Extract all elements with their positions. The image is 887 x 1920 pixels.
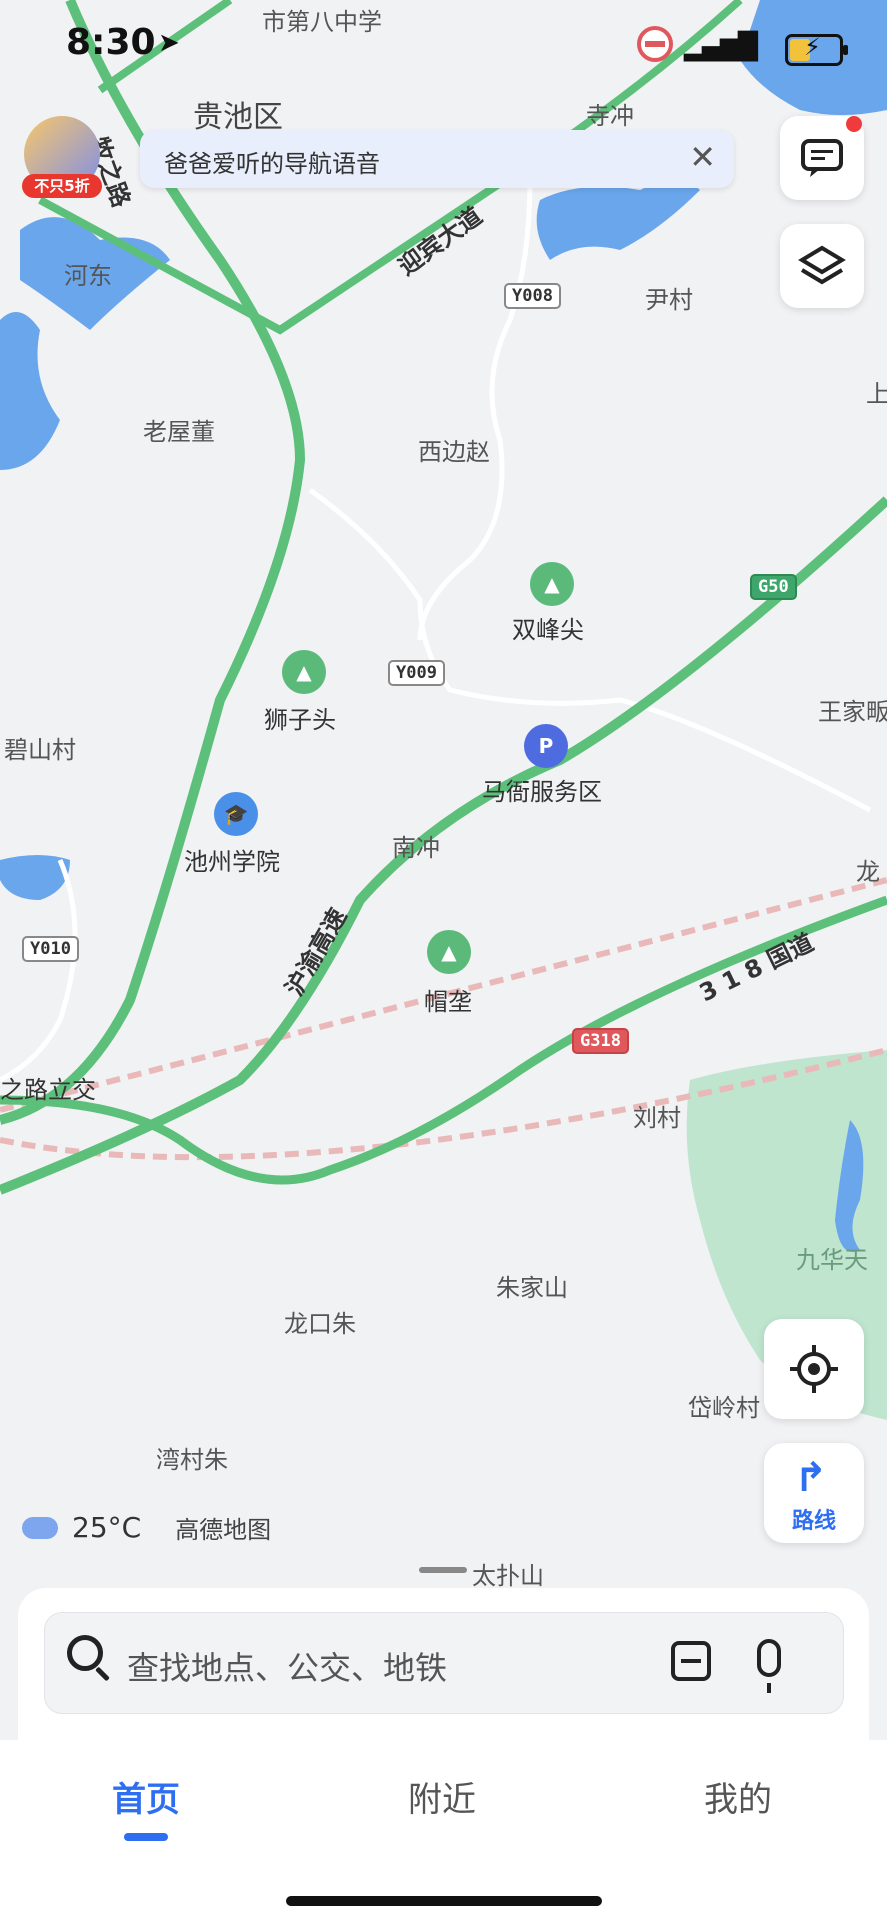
wifi-icon: ◠	[735, 28, 760, 61]
microphone-icon[interactable]	[757, 1639, 781, 1693]
road-badge-g50: G50	[750, 574, 797, 600]
tab-bar: 首页 附近 我的	[0, 1740, 887, 1920]
route-label: 路线	[791, 1509, 836, 1534]
locate-button[interactable]	[764, 1319, 864, 1419]
map-label[interactable]: 上	[866, 374, 887, 409]
tab-nearby-label: 附近	[408, 1780, 476, 1820]
status-time: 8:30	[66, 22, 156, 63]
voice-banner-text: 爸爸爱听的导航语音	[164, 150, 380, 178]
home-indicator	[286, 1896, 602, 1906]
map-label[interactable]: 老屋董	[143, 412, 215, 447]
school-icon[interactable]: 🎓	[214, 792, 258, 836]
cloud-icon	[22, 1516, 58, 1539]
map-label[interactable]: 王家畈	[818, 692, 887, 727]
map-label[interactable]: 寺冲	[586, 96, 634, 131]
tab-nearby[interactable]: 附近	[342, 1772, 542, 1821]
battery-icon: ⚡	[785, 33, 848, 66]
mountain-icon[interactable]: ▲	[530, 562, 574, 606]
map-label[interactable]: 双峰尖	[512, 610, 584, 645]
mountain-icon[interactable]: ▲	[427, 930, 471, 974]
voice-banner[interactable]: 爸爸爱听的导航语音 ✕	[140, 130, 734, 188]
map-label[interactable]: 碧山村	[4, 730, 76, 765]
sheet-handle[interactable]	[419, 1567, 467, 1573]
search-placeholder[interactable]: 查找地点、公交、地铁	[127, 1643, 447, 1689]
road-badge-g318: G318	[572, 1028, 629, 1054]
map-label[interactable]: 尹村	[645, 280, 693, 315]
tab-active-indicator	[124, 1833, 168, 1841]
layers-button[interactable]	[780, 224, 864, 308]
route-arrow-icon: ↱	[794, 1455, 828, 1501]
map-label[interactable]: 狮子头	[264, 700, 336, 735]
map-label[interactable]: 河东	[64, 256, 112, 291]
search-panel: 查找地点、公交、地铁	[18, 1588, 869, 1748]
map-label[interactable]: 龙	[856, 852, 880, 887]
map-label[interactable]: 岱岭村	[688, 1388, 760, 1423]
map-label[interactable]: 池州学院	[184, 842, 280, 877]
parking-icon[interactable]: P	[524, 724, 568, 768]
search-icon	[67, 1635, 103, 1671]
map-label[interactable]: 之路立交	[0, 1070, 96, 1105]
message-icon	[801, 139, 843, 177]
map-label[interactable]: 太扑山	[472, 1556, 544, 1591]
map-label[interactable]: 龙口朱	[284, 1304, 356, 1339]
weather-widget[interactable]: 25°C 高德地图	[22, 1510, 271, 1545]
search-bar[interactable]: 查找地点、公交、地铁	[44, 1612, 844, 1714]
map-canvas	[0, 0, 887, 1420]
map-label[interactable]: 刘村	[633, 1098, 681, 1133]
map-view[interactable]: 市第八中学 寺冲 贵池区 河东 尹村 老屋董 西边赵 上 双峰尖 狮子头 碧山村…	[0, 0, 887, 1738]
road-badge-y008: Y008	[504, 283, 561, 309]
map-label[interactable]: 南冲	[392, 828, 440, 863]
road-badge-y009: Y009	[388, 660, 445, 686]
tab-mine[interactable]: 我的	[638, 1772, 838, 1821]
tab-mine-label: 我的	[704, 1780, 772, 1820]
promo-tag: 不只5折	[22, 174, 102, 198]
map-label[interactable]: 九华天	[796, 1240, 868, 1275]
status-bar: 8:30 ➤ ▂▄▆█ ◠ ⚡	[0, 0, 887, 96]
layers-icon	[798, 245, 846, 285]
road-badge-y010: Y010	[22, 936, 79, 962]
mountain-icon[interactable]: ▲	[282, 650, 326, 694]
message-button[interactable]	[780, 116, 864, 200]
map-label[interactable]: 湾村朱	[156, 1440, 228, 1475]
weather-temp: 25°C	[72, 1511, 142, 1544]
map-brand: 高德地图	[175, 1516, 272, 1544]
notification-dot	[846, 116, 862, 132]
tab-home-label: 首页	[112, 1780, 180, 1820]
tab-home[interactable]: 首页	[46, 1772, 246, 1841]
map-label[interactable]: 西边赵	[418, 432, 490, 467]
location-arrow-icon: ➤	[158, 28, 180, 58]
map-label[interactable]: 朱家山	[496, 1268, 568, 1303]
route-button[interactable]: ↱ 路线	[764, 1443, 864, 1543]
scan-icon[interactable]	[671, 1641, 711, 1681]
map-label[interactable]: 马衙服务区	[482, 772, 602, 807]
promo-badge[interactable]: 不只5折	[20, 116, 104, 198]
map-label[interactable]: 帽垄	[424, 982, 472, 1017]
close-icon[interactable]: ✕	[689, 138, 716, 176]
locate-icon	[790, 1345, 838, 1393]
